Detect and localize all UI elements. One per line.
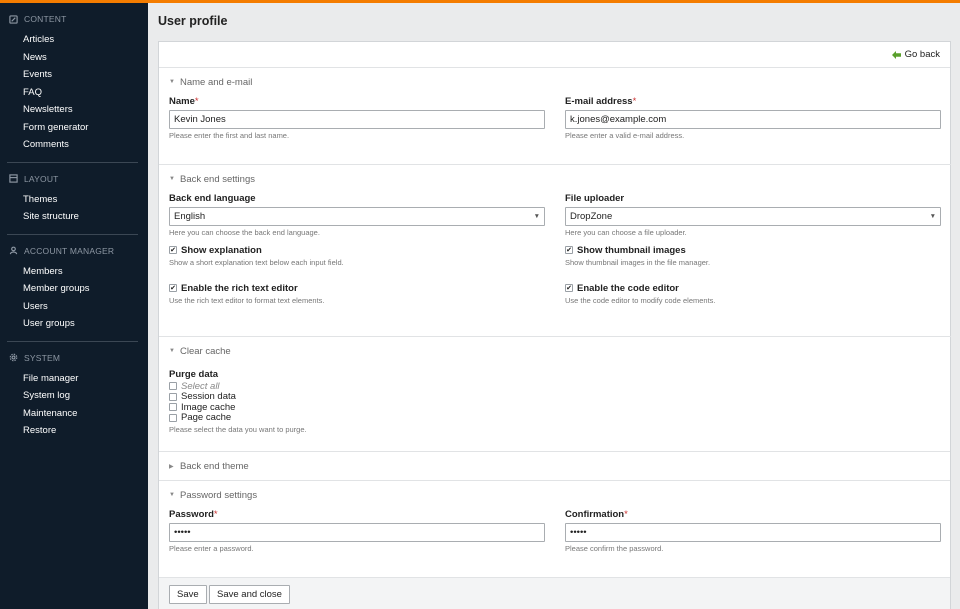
show-explanation-help: Show a short explanation text below each… — [169, 258, 344, 267]
legend-backend-theme[interactable]: ▶ Back end theme — [169, 452, 940, 480]
go-back-link[interactable]: Go back — [891, 49, 940, 60]
rte-option: ✔ Enable the rich text editor — [169, 282, 298, 294]
image-cache-checkbox[interactable] — [169, 403, 177, 412]
fieldset-backend-settings: ▼ Back end settings Back end language En… — [159, 165, 951, 337]
save-and-close-button[interactable]: Save and close — [209, 585, 290, 604]
purge-label: Purge data — [169, 369, 219, 380]
sidebar-item-users[interactable]: Users — [7, 298, 138, 316]
chevron-down-icon: ▼ — [929, 213, 936, 220]
gear-icon — [9, 353, 18, 362]
rte-checkbox[interactable]: ✔ — [169, 284, 177, 292]
code-editor-option: ✔ Enable the code editor — [565, 282, 679, 294]
sidebar-item-newsletters[interactable]: Newsletters — [7, 101, 138, 119]
edit-panel: Go back ▼ Name and e-mail Name* Please e… — [158, 41, 951, 609]
sidebar-item-members[interactable]: Members — [7, 263, 138, 281]
sidebar-item-events[interactable]: Events — [7, 66, 138, 84]
nav-group-system: System File manager System log Maintenan… — [7, 340, 138, 448]
confirmation-label: Confirmation* — [565, 509, 628, 520]
uploader-label: File uploader — [565, 193, 625, 204]
sidebar-item-form-generator[interactable]: Form generator — [7, 119, 138, 137]
purge-help: Please select the data you want to purge… — [169, 425, 307, 434]
code-editor-checkbox[interactable]: ✔ — [565, 284, 573, 292]
purge-option: Page cache — [169, 412, 940, 423]
collapse-triangle-icon: ▼ — [169, 79, 175, 85]
show-thumbnails-help: Show thumbnail images in the file manage… — [565, 258, 711, 267]
rte-help: Use the rich text editor to format text … — [169, 296, 325, 305]
uploader-help: Here you can choose a file uploader. — [565, 228, 687, 237]
nav-group-account-manager: Account Manager Members Member groups Us… — [7, 233, 138, 341]
confirmation-help: Please confirm the password. — [565, 544, 664, 553]
collapse-triangle-icon: ▼ — [169, 176, 175, 182]
fieldset-clear-cache: ▼ Clear cache Purge data Select all Sess… — [159, 337, 950, 452]
name-input[interactable] — [169, 110, 545, 129]
save-button[interactable]: Save — [169, 585, 207, 604]
sidebar-item-user-groups[interactable]: User groups — [7, 315, 138, 333]
password-help: Please enter a password. — [169, 544, 254, 553]
collapse-triangle-icon: ▼ — [169, 348, 175, 354]
legend-clear-cache[interactable]: ▼ Clear cache — [169, 337, 940, 365]
select-all-checkbox[interactable] — [169, 382, 177, 391]
sidebar: Content Articles News Events FAQ Newslet… — [0, 3, 148, 609]
panel-header: Go back — [159, 42, 950, 68]
nav-group-content: Content Articles News Events FAQ Newslet… — [7, 11, 138, 162]
code-editor-help: Use the code editor to modify code eleme… — [565, 296, 716, 305]
name-label: Name* — [169, 96, 199, 107]
show-thumbnails-option: ✔ Show thumbnail images — [565, 244, 686, 256]
legend-password-settings[interactable]: ▼ Password settings — [169, 481, 941, 509]
arrow-left-icon — [891, 50, 901, 59]
sidebar-item-articles[interactable]: Articles — [7, 31, 138, 49]
session-data-checkbox[interactable] — [169, 392, 177, 401]
sidebar-item-comments[interactable]: Comments — [7, 136, 138, 154]
legend-name-email[interactable]: ▼ Name and e-mail — [169, 68, 941, 96]
expand-triangle-icon: ▶ — [169, 463, 174, 470]
sidebar-item-maintenance[interactable]: Maintenance — [7, 405, 138, 423]
select-all-option: Select all — [169, 381, 940, 392]
sidebar-item-themes[interactable]: Themes — [7, 191, 138, 209]
password-input[interactable]: ••••• — [169, 523, 545, 542]
nav-group-layout: Layout Themes Site structure — [7, 161, 138, 234]
user-icon — [9, 246, 18, 255]
email-help: Please enter a valid e-mail address. — [565, 131, 685, 140]
language-label: Back end language — [169, 193, 256, 204]
collapse-triangle-icon: ▼ — [169, 492, 175, 498]
confirmation-input[interactable]: ••••• — [565, 523, 941, 542]
sidebar-item-site-structure[interactable]: Site structure — [7, 208, 138, 226]
nav-heading-account-manager[interactable]: Account Manager — [7, 243, 138, 259]
nav-heading-content[interactable]: Content — [7, 11, 138, 27]
name-help: Please enter the first and last name. — [169, 131, 290, 140]
show-explanation-option: ✔ Show explanation — [169, 244, 262, 256]
sidebar-item-restore[interactable]: Restore — [7, 422, 138, 440]
legend-backend-settings[interactable]: ▼ Back end settings — [169, 165, 941, 193]
purge-option: Image cache — [169, 402, 940, 413]
nav-heading-layout[interactable]: Layout — [7, 171, 138, 187]
sidebar-item-system-log[interactable]: System log — [7, 387, 138, 405]
show-explanation-checkbox[interactable]: ✔ — [169, 246, 177, 254]
email-input[interactable] — [565, 110, 941, 129]
main-content: User profile Go back ▼ Name and e-mail N… — [148, 3, 960, 609]
form-button-bar: Save Save and close — [159, 577, 950, 609]
password-label: Password* — [169, 509, 218, 520]
edit-icon — [9, 14, 18, 24]
page-cache-checkbox[interactable] — [169, 413, 177, 422]
fieldset-backend-theme: ▶ Back end theme — [159, 452, 950, 481]
sidebar-item-faq[interactable]: FAQ — [7, 84, 138, 102]
fieldset-password-settings: ▼ Password settings Password* ••••• Plea… — [159, 481, 951, 571]
chevron-down-icon: ▼ — [533, 213, 540, 220]
fieldset-name-email: ▼ Name and e-mail Name* Please enter the… — [159, 68, 951, 165]
purge-option: Session data — [169, 391, 940, 402]
sidebar-item-news[interactable]: News — [7, 49, 138, 67]
uploader-select[interactable]: DropZone ▼ — [565, 207, 941, 226]
sidebar-item-member-groups[interactable]: Member groups — [7, 280, 138, 298]
nav-heading-system[interactable]: System — [7, 350, 138, 366]
sidebar-item-file-manager[interactable]: File manager — [7, 370, 138, 388]
page-title: User profile — [158, 14, 228, 28]
language-select[interactable]: English ▼ — [169, 207, 545, 226]
language-help: Here you can choose the back end languag… — [169, 228, 320, 237]
email-label: E-mail address* — [565, 96, 637, 107]
layout-icon — [9, 174, 18, 183]
show-thumbnails-checkbox[interactable]: ✔ — [565, 246, 573, 254]
